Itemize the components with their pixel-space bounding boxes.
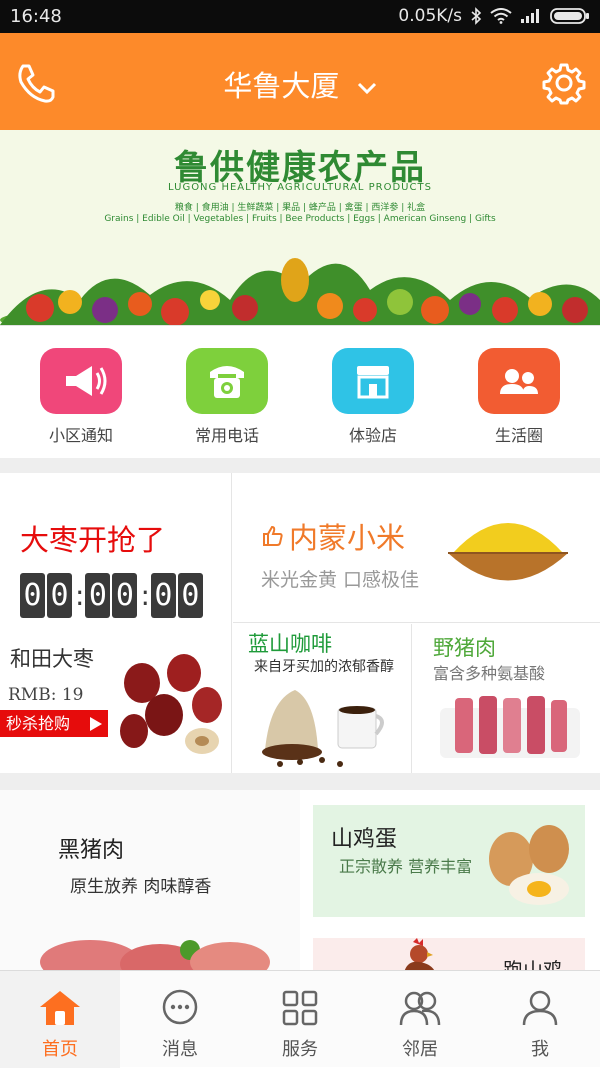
tab-label: 服务 — [282, 1039, 318, 1060]
quick-label: 体验店 — [348, 426, 397, 445]
countdown-digit: 0 — [150, 573, 176, 618]
promo-millet[interactable]: 内蒙小米 米光金黄 口感极佳 — [233, 473, 600, 623]
pork-subtitle: 原生放养 肉味醇香 — [70, 877, 212, 897]
status-time: 16:48 — [10, 6, 62, 27]
people-icon — [478, 348, 560, 414]
quick-common-phones[interactable]: 常用电话 — [172, 348, 282, 446]
chicken-title: 跑山鸡 — [503, 958, 563, 970]
boar-subtitle: 富含多种氨基酸 — [433, 664, 546, 683]
countdown-digit: 0 — [112, 573, 138, 618]
gear-icon — [542, 63, 586, 105]
tab-services[interactable]: 服务 — [240, 971, 360, 1068]
message-icon — [162, 989, 198, 1025]
egg-title: 山鸡蛋 — [331, 827, 398, 852]
feature-black-pork[interactable]: 黑猪肉 原生放养 肉味醇香 — [0, 790, 300, 970]
promo-boar-meat[interactable]: 野猪肉 富含多种氨基酸 — [413, 624, 600, 773]
tab-messages[interactable]: 消息 — [120, 971, 240, 1068]
tab-neighbors[interactable]: 邻居 — [360, 971, 480, 1068]
quick-actions: 小区通知 常用电话 体验店 生活圈 — [0, 325, 600, 458]
pork-title: 黑猪肉 — [58, 838, 125, 863]
promo-banner[interactable]: 鲁供健康农产品 LUGONG HEALTHY AGRICULTURAL PROD… — [0, 130, 600, 325]
grid-icon — [282, 990, 318, 1026]
flash-sale-card[interactable]: 大枣开抢了 0 0 : 0 0 : 0 0 和田大枣 RMB: 19 秒杀抢购 — [0, 473, 232, 773]
thumbs-up-icon — [263, 525, 283, 546]
countdown-digit: 0 — [85, 573, 111, 618]
chevron-down-icon — [357, 82, 376, 95]
coffee-image — [262, 690, 384, 767]
status-bar: 16:48 0.05K/s — [0, 0, 600, 33]
location-selector[interactable]: 华鲁大厦 — [0, 63, 600, 105]
signal-icon — [521, 9, 539, 23]
product-price: RMB: 19 — [8, 685, 84, 705]
boar-meat-image — [440, 696, 580, 758]
quick-label: 小区通知 — [48, 426, 113, 445]
promo-coffee[interactable]: 蓝山咖啡 来自牙买加的浓郁香醇 — [240, 624, 412, 773]
coffee-subtitle: 来自牙买加的浓郁香醇 — [254, 659, 394, 675]
neighbors-icon — [399, 991, 441, 1026]
tab-label: 消息 — [162, 1039, 198, 1060]
banner-categories-en: Grains | Edible Oil | Vegetables | Fruit… — [104, 214, 496, 224]
countdown-digit: 0 — [47, 573, 72, 618]
section-divider — [0, 773, 600, 790]
settings-button[interactable] — [542, 61, 586, 105]
flash-sale-title: 大枣开抢了 — [20, 523, 166, 557]
app-header: 华鲁大厦 — [0, 33, 600, 130]
millet-title-row: 内蒙小米 — [261, 515, 405, 557]
egg-subtitle: 正宗散养 营养丰富 — [339, 857, 473, 876]
quick-experience-store[interactable]: 体验店 — [318, 348, 428, 446]
product-name: 和田大枣 — [10, 647, 94, 671]
play-icon — [90, 717, 102, 731]
tab-profile[interactable]: 我 — [480, 971, 600, 1068]
section-divider — [0, 458, 600, 473]
banner-subtitle: LUGONG HEALTHY AGRICULTURAL PRODUCTS — [168, 182, 432, 193]
home-icon — [40, 991, 80, 1025]
boar-title: 野猪肉 — [433, 636, 496, 660]
countdown-separator: : — [140, 579, 150, 612]
countdown-digit: 0 — [20, 573, 45, 618]
store-icon — [332, 348, 414, 414]
countdown-timer: 0 0 : 0 0 : 0 0 — [20, 573, 205, 618]
bluetooth-icon — [471, 7, 482, 25]
countdown-separator: : — [75, 579, 85, 612]
millet-title: 内蒙小米 — [289, 521, 406, 555]
promo-grid: 大枣开抢了 0 0 : 0 0 : 0 0 和田大枣 RMB: 19 秒杀抢购 — [0, 473, 600, 773]
banner-categories-cn: 粮食 | 食用油 | 生鲜蔬菜 | 果品 | 蜂产品 | 禽蛋 | 西洋参 | … — [174, 203, 426, 213]
flash-buy-button[interactable]: 秒杀抢购 — [0, 710, 108, 737]
location-title: 华鲁大厦 — [223, 69, 340, 103]
telephone-icon — [186, 348, 268, 414]
jujube-image — [120, 654, 222, 754]
flash-buy-label: 秒杀抢购 — [6, 714, 71, 733]
profile-icon — [522, 990, 558, 1026]
quick-community-notice[interactable]: 小区通知 — [26, 348, 136, 446]
eggs-image — [489, 825, 569, 905]
quick-label: 生活圈 — [494, 426, 543, 445]
tab-label: 首页 — [42, 1039, 78, 1060]
bottom-tab-bar: 首页 消息 服务 邻居 我 — [0, 970, 600, 1068]
featured-products: 黑猪肉 原生放养 肉味醇香 山鸡蛋 正宗散养 营养丰富 跑山鸡 — [0, 790, 600, 970]
pork-image — [40, 940, 270, 970]
vegetables-image — [0, 258, 600, 325]
tab-label: 我 — [531, 1039, 549, 1060]
millet-subtitle: 米光金黄 口感极佳 — [261, 569, 420, 591]
wifi-icon — [490, 8, 512, 24]
countdown-digit: 0 — [177, 573, 203, 618]
megaphone-icon — [40, 348, 122, 414]
network-speed: 0.05K/s — [398, 6, 462, 26]
tab-home[interactable]: 首页 — [0, 971, 120, 1068]
rooster-image — [404, 938, 435, 970]
coffee-title: 蓝山咖啡 — [248, 632, 332, 656]
tab-label: 邻居 — [402, 1039, 438, 1060]
millet-image — [448, 523, 568, 581]
quick-label: 常用电话 — [194, 426, 259, 445]
battery-icon — [550, 8, 589, 24]
feature-pheasant-eggs[interactable]: 山鸡蛋 正宗散养 营养丰富 — [313, 805, 585, 917]
feature-free-range-chicken[interactable]: 跑山鸡 — [313, 938, 585, 970]
quick-life-circle[interactable]: 生活圈 — [464, 348, 574, 446]
